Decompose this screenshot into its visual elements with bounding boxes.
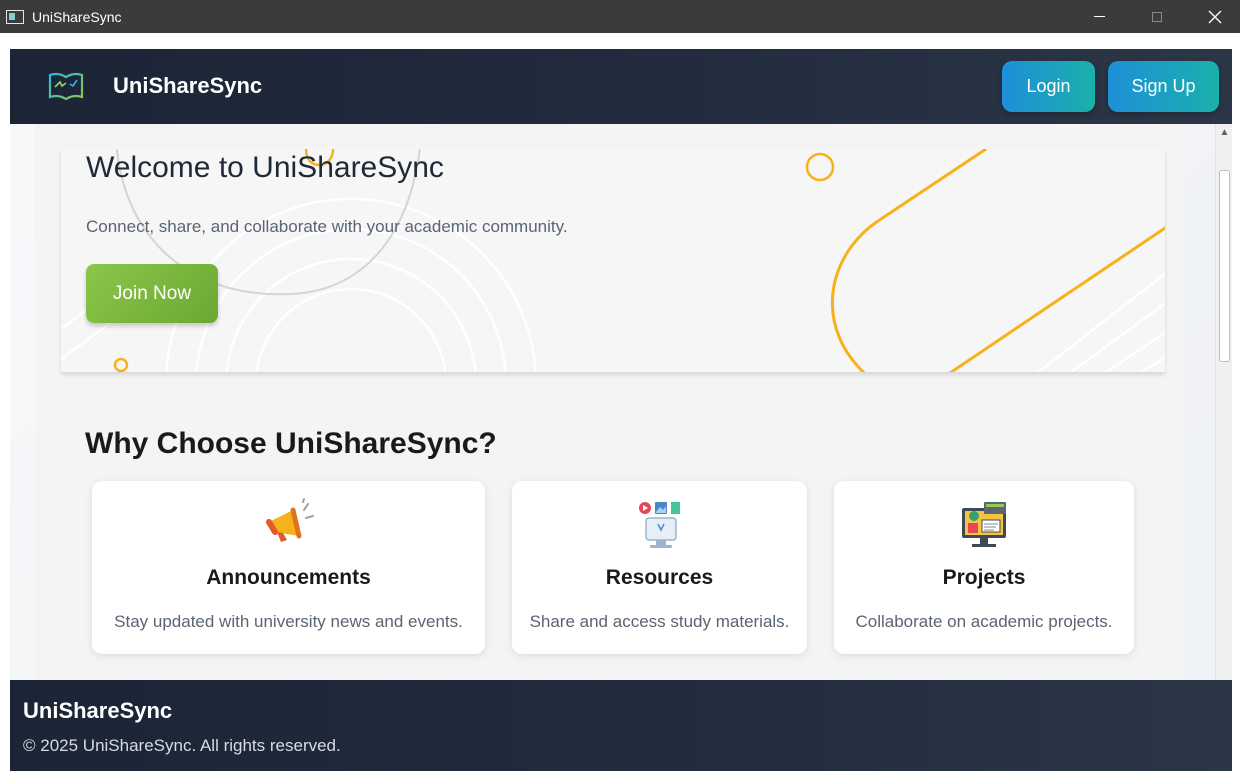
window-title: UniShareSync bbox=[32, 8, 122, 25]
feature-card-projects[interactable]: Projects Collaborate on academic project… bbox=[834, 481, 1134, 654]
hero-title: Welcome to UniShareSync bbox=[86, 151, 444, 184]
vertical-scrollbar[interactable]: ▲ bbox=[1215, 124, 1232, 680]
scroll-up-arrow-icon[interactable]: ▲ bbox=[1216, 124, 1232, 141]
brand-name[interactable]: UniShareSync bbox=[113, 73, 262, 99]
app-window-icon bbox=[6, 9, 24, 24]
login-button[interactable]: Login bbox=[1002, 61, 1095, 112]
card-title: Resources bbox=[605, 566, 714, 589]
hero-subtitle: Connect, share, and collaborate with you… bbox=[86, 217, 568, 236]
scrollbar-thumb[interactable] bbox=[1219, 170, 1230, 362]
minimize-button[interactable] bbox=[1070, 0, 1128, 33]
hero-banner: Welcome to UniShareSync Connect, share, … bbox=[61, 149, 1165, 372]
feature-card-resources[interactable]: Resources Share and access study materia… bbox=[512, 481, 807, 654]
resources-monitor-icon bbox=[638, 502, 680, 548]
open-book-icon bbox=[48, 72, 84, 101]
card-description: Stay updated with university news and ev… bbox=[114, 612, 463, 631]
close-button[interactable] bbox=[1186, 0, 1240, 33]
card-title: Projects bbox=[942, 566, 1026, 589]
main-content: Welcome to UniShareSync Connect, share, … bbox=[35, 124, 1183, 680]
main-scroll-area: Welcome to UniShareSync Connect, share, … bbox=[10, 124, 1232, 680]
window-titlebar: UniShareSync bbox=[0, 0, 1240, 33]
signup-button[interactable]: Sign Up bbox=[1108, 61, 1219, 112]
maximize-button[interactable] bbox=[1128, 0, 1186, 33]
features-heading: Why Choose UniShareSync? bbox=[85, 427, 497, 460]
card-description: Share and access study materials. bbox=[529, 612, 790, 631]
navbar: UniShareSync Login Sign Up bbox=[10, 49, 1232, 124]
projects-computer-icon bbox=[962, 502, 1006, 547]
footer: UniShareSync © 2025 UniShareSync. All ri… bbox=[10, 680, 1232, 771]
maximize-icon bbox=[1152, 11, 1162, 22]
card-description: Collaborate on academic projects. bbox=[855, 612, 1113, 631]
card-title: Announcements bbox=[206, 566, 371, 589]
join-now-button[interactable]: Join Now bbox=[86, 264, 218, 323]
megaphone-icon bbox=[265, 498, 314, 542]
app-frame: UniShareSync Login Sign Up Welcome to Un… bbox=[10, 49, 1232, 771]
footer-copyright: © 2025 UniShareSync. All rights reserved… bbox=[23, 736, 341, 755]
footer-brand: UniShareSync bbox=[23, 698, 173, 723]
minimize-icon bbox=[1093, 16, 1105, 17]
feature-card-announcements[interactable]: Announcements Stay updated with universi… bbox=[92, 481, 485, 654]
close-icon bbox=[1208, 10, 1222, 23]
